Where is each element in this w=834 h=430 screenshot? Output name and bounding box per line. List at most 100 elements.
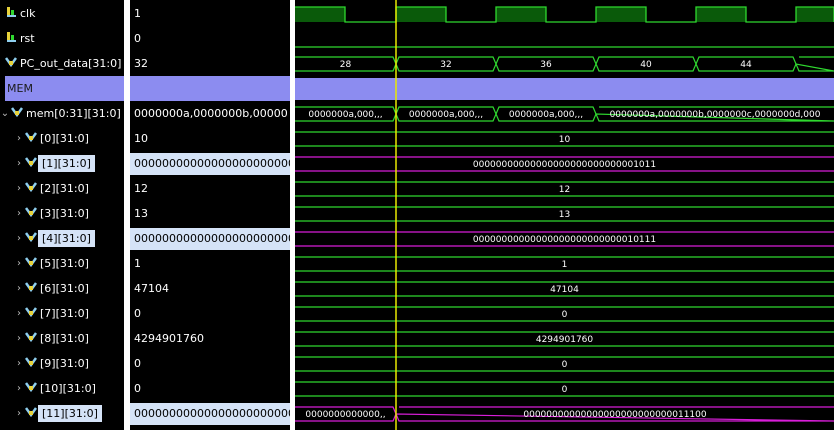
- signal-value-panel: 1 0 32 0000000a,0000000b,00000 10 00000000000…: [130, 0, 290, 430]
- mem-word-bus-label: 47104: [550, 285, 579, 295]
- bus-icon: [24, 406, 38, 421]
- signal-value: 00000000000000000000000000010111: [130, 226, 290, 251]
- mem-word-bus-label: 0: [562, 360, 568, 370]
- signal-row[interactable]: › [7][31:0]: [0, 301, 138, 326]
- expand-chevron-icon[interactable]: ›: [14, 308, 24, 319]
- mem-word-bus-label: 0: [562, 385, 568, 395]
- expand-chevron-icon[interactable]: ›: [14, 208, 24, 219]
- signal-row[interactable]: › [1][31:0]: [0, 151, 138, 176]
- mem-word-bus-label: 1: [562, 260, 568, 270]
- mem-word-bus-label: 0000000000000,,: [305, 410, 385, 420]
- signal-value: 1: [130, 1, 290, 26]
- expand-chevron-icon[interactable]: ›: [14, 358, 24, 369]
- signal-value: 0000000a,0000000b,00000: [130, 101, 290, 126]
- bus-icon: [4, 56, 18, 71]
- expand-chevron-icon[interactable]: ›: [14, 183, 24, 194]
- signal-name: rst: [20, 32, 35, 45]
- signal-value-text: 0: [134, 307, 141, 320]
- expand-chevron-icon[interactable]: ›: [14, 133, 24, 144]
- bus-icon: [24, 356, 38, 371]
- signal-row[interactable]: › [11][31:0]: [0, 401, 138, 426]
- expand-chevron-icon[interactable]: ›: [14, 383, 24, 394]
- signal-row[interactable]: › [3][31:0]: [0, 201, 138, 226]
- bit-icon: [4, 31, 18, 46]
- signal-row[interactable]: › [2][31:0]: [0, 176, 138, 201]
- signal-value: 0: [130, 351, 290, 376]
- signal-name-panel: clk rst PC_out_data[31:0] MEM ⌄ mem[0:31][31:…: [0, 0, 124, 430]
- signal-name: [7][31:0]: [40, 307, 89, 320]
- signal-value-text: 1: [134, 257, 141, 270]
- bus-icon: [24, 306, 38, 321]
- expand-chevron-icon[interactable]: ›: [14, 333, 24, 344]
- signal-row[interactable]: › [10][31:0]: [0, 376, 138, 401]
- signal-value-text: 00000000000000000000000000011100: [130, 402, 290, 425]
- signal-value-text: 4294901760: [134, 332, 204, 345]
- pc-bus-label: 32: [440, 60, 451, 70]
- signal-name: mem[0:31][31:0]: [26, 107, 121, 120]
- signal-value-text: 00000000000000000000000000001011: [130, 152, 290, 175]
- expand-chevron-icon[interactable]: ›: [14, 158, 24, 169]
- signal-value: 00000000000000000000000000001011: [130, 151, 290, 176]
- signal-name: [10][31:0]: [40, 382, 96, 395]
- group-label: MEM: [7, 82, 33, 95]
- signal-row[interactable]: clk: [0, 1, 128, 26]
- signal-group[interactable]: MEM: [5, 76, 124, 101]
- signal-value-text: 00000000000000000000000000010111: [130, 227, 290, 250]
- mem-group-bar: [295, 78, 834, 100]
- signal-row[interactable]: › [4][31:0]: [0, 226, 138, 251]
- signal-name: [11][31:0]: [38, 405, 102, 422]
- waveform-canvas[interactable]: 28 32 36 40 44 0000000a,000,,, 0000000a,000,,,…: [295, 0, 834, 430]
- clk-waveform: [295, 6, 834, 23]
- signal-row[interactable]: › [9][31:0]: [0, 351, 138, 376]
- bus-icon: [24, 156, 38, 171]
- signal-value: 13: [130, 201, 290, 226]
- signal-name: [5][31:0]: [40, 257, 89, 270]
- bus-icon: [24, 206, 38, 221]
- signal-value-text: 10: [134, 132, 148, 145]
- expand-chevron-icon[interactable]: ›: [14, 233, 24, 244]
- expand-chevron-icon[interactable]: ›: [14, 283, 24, 294]
- bus-icon: [24, 231, 38, 246]
- signal-name: [2][31:0]: [40, 182, 89, 195]
- mem-bus-label: 0000000a,000,,,: [409, 110, 483, 120]
- clk-high-fill: [596, 7, 646, 22]
- signal-value-text: 0: [134, 357, 141, 370]
- signal-row[interactable]: rst: [0, 26, 128, 51]
- collapse-chevron-icon[interactable]: ⌄: [0, 108, 10, 119]
- signal-value: 0: [130, 376, 290, 401]
- signal-row[interactable]: ⌄ mem[0:31][31:0]: [0, 101, 124, 126]
- signal-value-text: 32: [134, 57, 148, 70]
- clk-high-fill: [796, 7, 834, 22]
- signal-row[interactable]: › [0][31:0]: [0, 126, 138, 151]
- bus-icon: [24, 331, 38, 346]
- signal-value: 0: [130, 26, 290, 51]
- signal-value-text: 1: [134, 7, 141, 20]
- mem-bus-label: 0000000a,000,,,: [509, 110, 583, 120]
- signal-row[interactable]: › [5][31:0]: [0, 251, 138, 276]
- signal-name: [9][31:0]: [40, 357, 89, 370]
- pc-bus-label: 36: [540, 60, 552, 70]
- mem-word-bus-label: 4294901760: [536, 335, 594, 345]
- signal-value: 12: [130, 176, 290, 201]
- mem-word-bus-label: 0: [562, 310, 568, 320]
- signal-value-text: 12: [134, 182, 148, 195]
- bus-icon: [24, 281, 38, 296]
- bus-icon: [24, 181, 38, 196]
- signal-row[interactable]: › [8][31:0]: [0, 326, 138, 351]
- signal-value-text: 0000000a,0000000b,00000: [134, 107, 288, 120]
- mem-word-bus-label: 13: [559, 210, 570, 220]
- signal-name: [4][31:0]: [38, 230, 95, 247]
- expand-chevron-icon[interactable]: ›: [14, 408, 24, 419]
- signal-row[interactable]: PC_out_data[31:0]: [0, 51, 128, 76]
- mem-word-bus-label: 00000000000000000000000000001011: [473, 160, 656, 170]
- signal-value: 0: [130, 301, 290, 326]
- signal-name: [3][31:0]: [40, 207, 89, 220]
- signal-value: 47104: [130, 276, 290, 301]
- signal-value-text: 47104: [134, 282, 169, 295]
- pc-bus-label: 40: [640, 60, 652, 70]
- expand-chevron-icon[interactable]: ›: [14, 258, 24, 269]
- clk-high-fill: [396, 7, 446, 22]
- signal-row[interactable]: › [6][31:0]: [0, 276, 138, 301]
- signal-value: 00000000000000000000000000011100: [130, 401, 290, 426]
- pc-bus-label: 28: [340, 60, 352, 70]
